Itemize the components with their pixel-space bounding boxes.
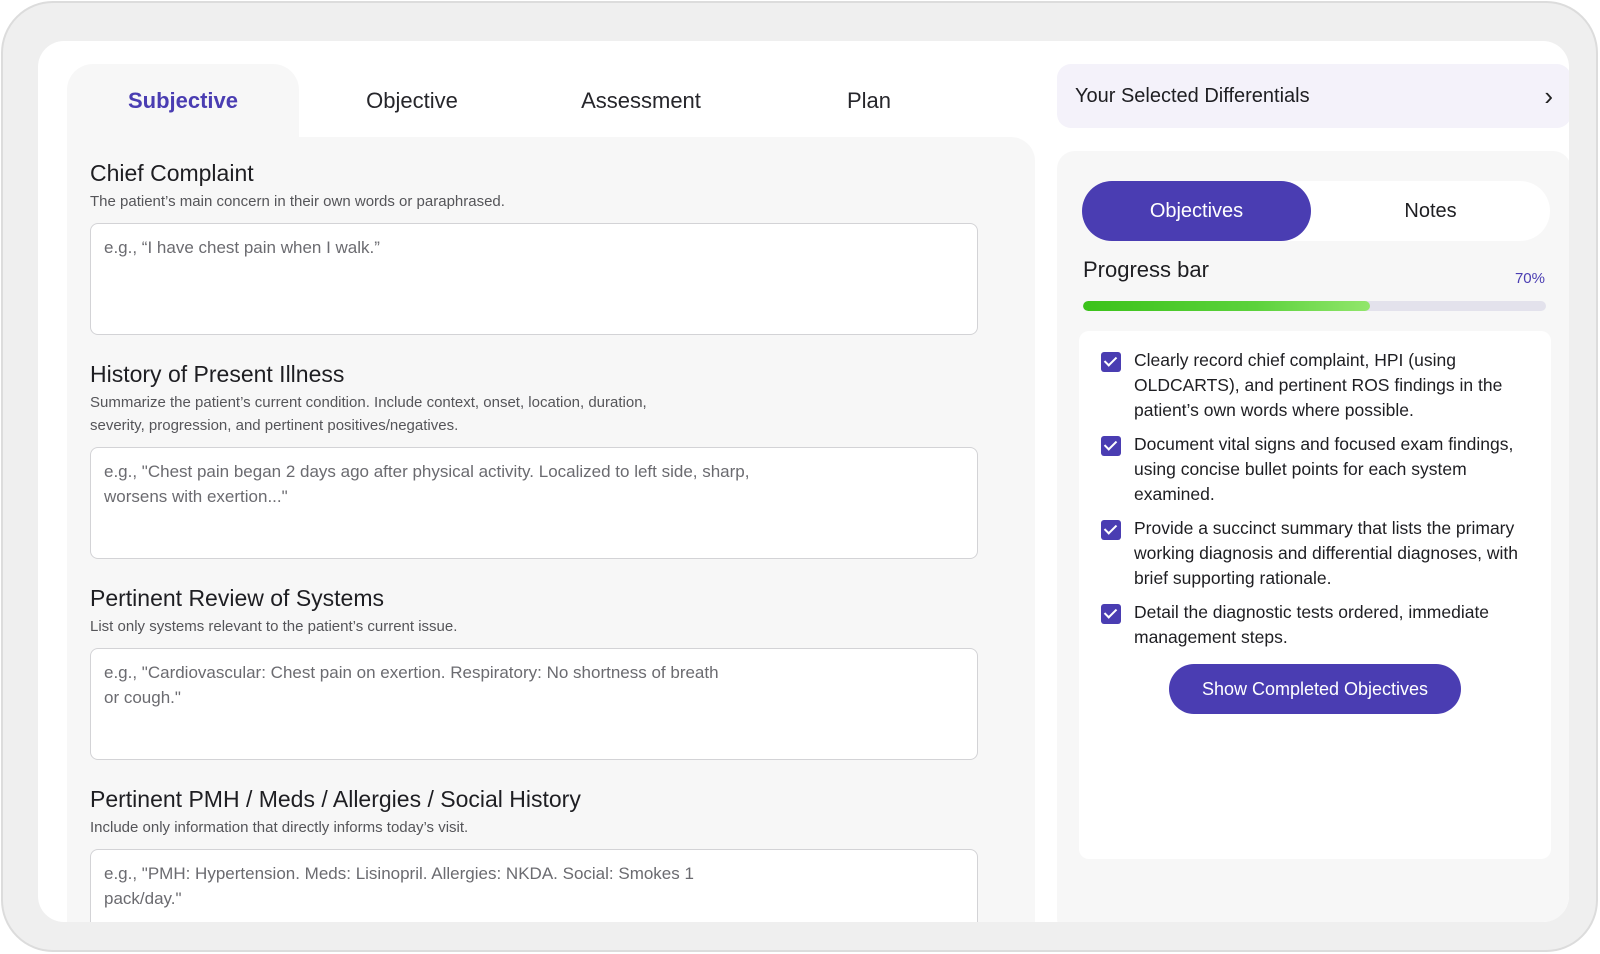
pmh-input[interactable] [90, 849, 978, 922]
ros-input[interactable] [90, 648, 978, 760]
soap-tabs: Subjective Objective Assessment Plan [67, 64, 1001, 137]
selected-differentials-button[interactable]: Your Selected Differentials › [1057, 64, 1569, 128]
hpi-input[interactable] [90, 447, 978, 559]
notes-toggle-button[interactable]: Notes [1311, 181, 1550, 241]
checkbox-checked[interactable] [1101, 352, 1121, 372]
tab-assessment[interactable]: Assessment [525, 64, 757, 137]
section-description: Include only information that directly i… [90, 819, 469, 836]
objectives-list: Clearly record chief complaint, HPI (usi… [1101, 348, 1531, 659]
tab-objective[interactable]: Objective [296, 64, 528, 137]
objective-item: Clearly record chief complaint, HPI (usi… [1101, 348, 1531, 423]
pmh-section: Pertinent PMH / Meds / Allergies / Socia… [90, 785, 978, 922]
section-title: History of Present Illness [90, 361, 345, 387]
section-description: List only systems relevant to the patien… [90, 618, 458, 635]
chief-complaint-input[interactable] [90, 223, 978, 335]
device-frame: Subjective Objective Assessment Plan Chi… [1, 1, 1598, 952]
objectives-toggle-button[interactable]: Objectives [1082, 181, 1311, 241]
tab-plan[interactable]: Plan [753, 64, 985, 137]
ros-section: Pertinent Review of Systems List only sy… [90, 584, 978, 760]
objective-item: Provide a succinct summary that lists th… [1101, 516, 1531, 591]
objectives-panel: Objectives Notes Progress bar 70% Clearl… [1057, 151, 1569, 922]
objective-item: Document vital signs and focused exam fi… [1101, 432, 1531, 507]
section-title: Chief Complaint [90, 160, 254, 186]
chevron-right-icon: › [1544, 81, 1553, 111]
progress-title: Progress bar [1083, 257, 1209, 282]
objective-item: Detail the diagnostic tests ordered, imm… [1101, 600, 1531, 650]
section-title: Pertinent PMH / Meds / Allergies / Socia… [90, 786, 581, 812]
tab-subjective[interactable]: Subjective [67, 64, 299, 137]
hpi-section: History of Present Illness Summarize the… [90, 360, 978, 559]
section-description: The patient’s main concern in their own … [90, 193, 505, 210]
objectives-notes-toggle: Objectives Notes [1082, 181, 1550, 241]
section-title: Pertinent Review of Systems [90, 585, 385, 611]
subjective-form: Chief Complaint The patient’s main conce… [67, 137, 1035, 922]
checkbox-checked[interactable] [1101, 604, 1121, 624]
checkbox-checked[interactable] [1101, 520, 1121, 540]
differentials-title: Your Selected Differentials [1075, 84, 1310, 107]
objective-text: Provide a succinct summary that lists th… [1134, 518, 1518, 588]
section-description: Summarize the patient’s current conditio… [90, 394, 647, 434]
objectives-list-card: Clearly record chief complaint, HPI (usi… [1079, 331, 1551, 859]
show-completed-objectives-button[interactable]: Show Completed Objectives [1169, 664, 1461, 714]
objective-text: Clearly record chief complaint, HPI (usi… [1134, 350, 1503, 420]
objective-text: Document vital signs and focused exam fi… [1134, 434, 1514, 504]
checkbox-checked[interactable] [1101, 436, 1121, 456]
progress-bar-fill [1083, 301, 1371, 311]
objective-text: Detail the diagnostic tests ordered, imm… [1134, 602, 1490, 647]
chief-complaint-section: Chief Complaint The patient’s main conce… [90, 159, 978, 335]
progress-percent: 70% [1514, 270, 1545, 287]
progress-bar [1083, 301, 1546, 311]
app-screen: Subjective Objective Assessment Plan Chi… [38, 41, 1569, 922]
